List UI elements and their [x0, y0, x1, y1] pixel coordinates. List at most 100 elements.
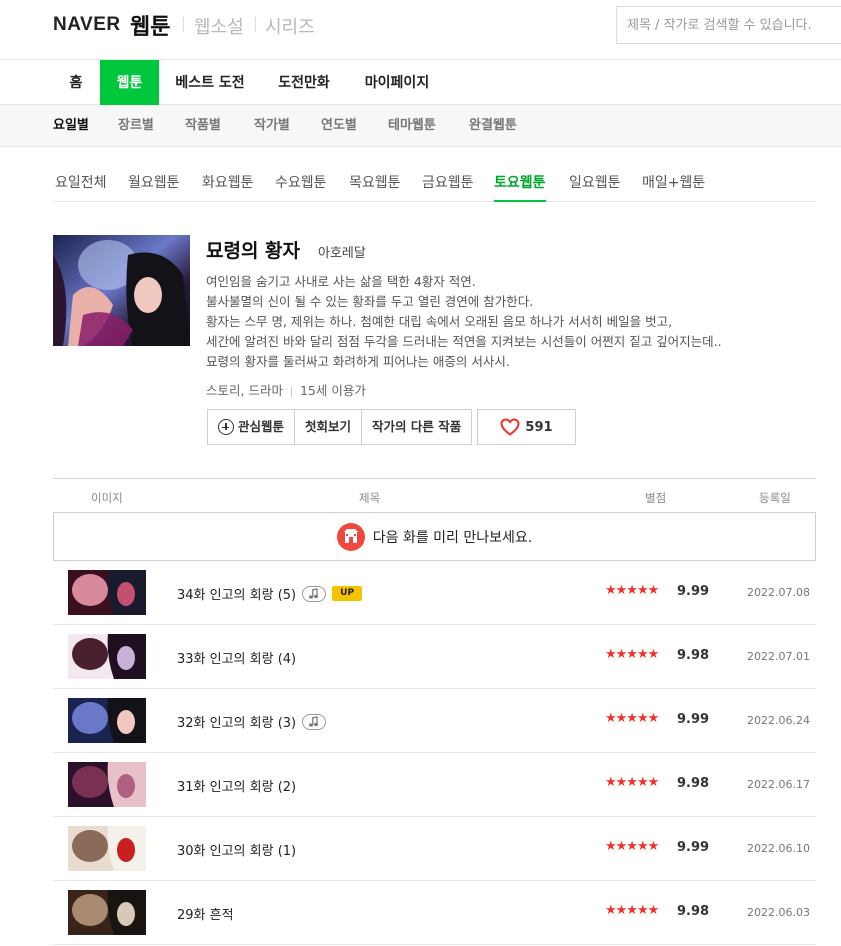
preview-next-episode-banner[interactable]: 다음 화를 미리 만나보세요. [53, 512, 816, 561]
naver-logo[interactable]: NAVER [53, 14, 121, 36]
subnav-work[interactable]: 작품별 [185, 105, 221, 147]
subnav-genre[interactable]: 장르별 [118, 105, 154, 147]
comic-thumbnail [53, 235, 190, 346]
comic-title-text: 묘령의 황자 [206, 240, 301, 262]
like-button[interactable]: 591 [477, 409, 576, 445]
plus-circle-icon [218, 419, 234, 435]
episode-list-header: 이미지 제목 별점 등록일 [53, 478, 816, 512]
subnav-author[interactable]: 작가별 [254, 105, 290, 147]
comic-description: 여인임을 숨기고 사내로 사는 삶을 택한 4황자 적연. 불사불멸의 신이 될… [206, 272, 806, 372]
rating-score: 9.99 [677, 712, 710, 727]
episode-title[interactable]: 30화 인고의 회랑 (1) [177, 840, 296, 859]
comic-meta: 스토리, 드라마 15세 이용가 [206, 380, 366, 399]
nav-mypage[interactable]: 마이페이지 [354, 60, 440, 106]
subnav-year[interactable]: 연도별 [321, 105, 357, 147]
episode-thumbnail[interactable] [68, 890, 146, 935]
episode-thumbnail[interactable] [68, 570, 146, 615]
tab-thu[interactable]: 목요웹툰 [349, 172, 401, 202]
heart-icon [500, 418, 520, 436]
music-note-icon [302, 585, 327, 602]
episode-date: 2022.06.24 [747, 714, 810, 727]
subnav-theme[interactable]: 테마웹툰 [388, 105, 436, 147]
top-header: NAVER 웹툰 웹소설 시리즈 [0, 0, 841, 58]
sub-nav: 요일별 장르별 작품별 작가별 연도별 테마웹툰 완결웹툰 [0, 105, 841, 147]
interest-button[interactable]: 관심웹툰 [208, 410, 296, 444]
episode-title-text: 30화 인고의 회랑 (1) [177, 844, 297, 859]
subnav-weekday[interactable]: 요일별 [53, 105, 89, 147]
col-image: 이미지 [91, 491, 123, 505]
episode-title[interactable]: 32화 인고의 회랑 (3) [177, 712, 327, 731]
episode-row[interactable]: 32화 인고의 회랑 (3) ★★★★★ 9.99 2022.06.24 [53, 689, 816, 753]
preview-text: 다음 화를 미리 만나보세요. [372, 529, 533, 546]
episode-title[interactable]: 29화 흔적 [177, 904, 234, 923]
comic-title: 묘령의 황자 [206, 236, 300, 263]
rating-stars: ★★★★★ [605, 583, 659, 598]
tab-daily[interactable]: 매일+웹툰 [642, 172, 705, 202]
rating-stars: ★★★★★ [605, 711, 659, 726]
episode-date: 2022.07.01 [747, 650, 810, 663]
series-service-link[interactable]: 시리즈 [265, 13, 315, 39]
episode-thumbnail[interactable] [68, 634, 146, 679]
episode-thumbnail[interactable] [68, 826, 146, 871]
search-input[interactable] [616, 6, 841, 44]
author-other-works-button[interactable]: 작가의 다른 작품 [362, 410, 472, 444]
rating-score: 9.98 [677, 904, 710, 919]
like-count: 591 [525, 419, 553, 435]
episode-title-text: 34화 인고의 회랑 (5) [177, 588, 297, 603]
day-tabs: 요일전체 월요웹툰 화요웹툰 수요웹툰 목요웹툰 금요웹툰 토요웹툰 일요웹툰 … [53, 160, 816, 202]
rating-score: 9.98 [677, 648, 710, 663]
episode-title-text: 32화 인고의 회랑 (3) [177, 716, 297, 731]
tab-mon[interactable]: 월요웹툰 [128, 172, 180, 202]
episode-title[interactable]: 33화 인고의 회랑 (4) [177, 648, 296, 667]
nav-challenge[interactable]: 도전만화 [266, 60, 342, 106]
episode-row[interactable]: 31화 인고의 회랑 (2) ★★★★★ 9.98 2022.06.17 [53, 753, 816, 817]
webtoon-service-link[interactable]: 웹툰 [130, 9, 170, 41]
col-title: 제목 [359, 491, 381, 505]
episode-row[interactable]: 29화 흔적 ★★★★★ 9.98 2022.06.03 [53, 881, 816, 945]
divider [255, 17, 256, 32]
episode-row[interactable]: 34화 인고의 회랑 (5) UP ★★★★★ 9.99 2022.07.08 [53, 561, 816, 625]
nav-home[interactable]: 홈 [55, 60, 97, 106]
tab-fri[interactable]: 금요웹툰 [422, 172, 474, 202]
divider [290, 386, 292, 397]
episode-thumbnail[interactable] [68, 762, 146, 807]
rating-score: 9.98 [677, 776, 710, 791]
tab-all[interactable]: 요일전체 [55, 172, 107, 202]
comic-author[interactable]: 아호레달 [318, 242, 366, 261]
divider [183, 17, 184, 32]
tab-wed[interactable]: 수요웹툰 [275, 172, 327, 202]
rating-stars: ★★★★★ [605, 839, 659, 854]
episode-title-text: 29화 흔적 [177, 908, 234, 923]
rating-score: 9.99 [677, 840, 710, 855]
episode-title[interactable]: 34화 인고의 회랑 (5) UP [177, 584, 363, 603]
rating-stars: ★★★★★ [605, 903, 659, 918]
episode-date: 2022.06.17 [747, 778, 810, 791]
episode-row[interactable]: 30화 인고의 회랑 (1) ★★★★★ 9.99 2022.06.10 [53, 817, 816, 881]
rating-stars: ★★★★★ [605, 775, 659, 790]
rating-stars: ★★★★★ [605, 647, 659, 662]
col-rating: 별점 [645, 491, 667, 505]
nav-best-challenge[interactable]: 베스트 도전 [165, 60, 255, 106]
subnav-completed[interactable]: 완결웹툰 [469, 105, 517, 147]
first-episode-button[interactable]: 첫회보기 [295, 410, 363, 444]
episode-date: 2022.06.03 [747, 906, 810, 919]
webnovel-service-link[interactable]: 웹소설 [194, 13, 244, 39]
nav-webtoon[interactable]: 웹툰 [100, 60, 159, 106]
store-icon [336, 522, 365, 551]
episode-row[interactable]: 33화 인고의 회랑 (4) ★★★★★ 9.98 2022.07.01 [53, 625, 816, 689]
description-line: 여인임을 숨기고 사내로 사는 삶을 택한 4황자 적연. [206, 274, 476, 289]
episode-title-text: 31화 인고의 회랑 (2) [177, 780, 297, 795]
episode-title-text: 33화 인고의 회랑 (4) [177, 652, 297, 667]
episode-date: 2022.07.08 [747, 586, 810, 599]
tab-tue[interactable]: 화요웹툰 [202, 172, 254, 202]
episode-title[interactable]: 31화 인고의 회랑 (2) [177, 776, 296, 795]
music-note-icon [302, 713, 327, 730]
tab-sun[interactable]: 일요웹툰 [569, 172, 621, 202]
col-date: 등록일 [759, 491, 791, 505]
episode-date: 2022.06.10 [747, 842, 810, 855]
description-line: 불사불멸의 신이 될 수 있는 황좌를 두고 열린 경연에 참가한다. [206, 294, 534, 309]
tab-sat[interactable]: 토요웹툰 [494, 172, 546, 202]
comic-age-rating: 15세 이용가 [299, 383, 366, 398]
description-line: 묘령의 황자를 둘러싸고 화려하게 피어나는 애증의 서사시. [206, 354, 510, 369]
episode-thumbnail[interactable] [68, 698, 146, 743]
